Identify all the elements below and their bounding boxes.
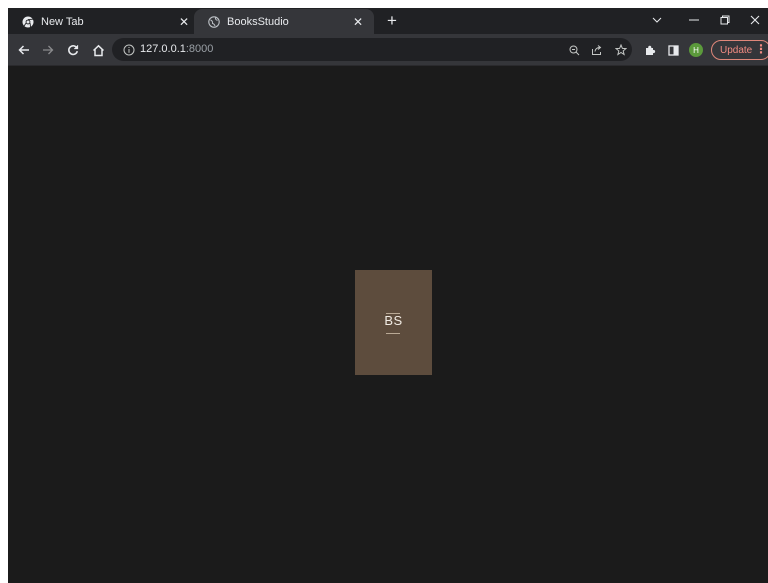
tab-booksstudio[interactable]: BooksStudio ✕ <box>194 9 374 34</box>
globe-icon <box>208 15 220 28</box>
zoom-icon[interactable] <box>566 42 582 58</box>
arrow-left-icon <box>18 45 29 55</box>
browser-window: New Tab ✕ BooksStudio ✕ + 127.0.0.1:8000… <box>8 8 768 583</box>
tab-search-icon[interactable] <box>642 8 672 32</box>
url-text: 127.0.0.1:8000 <box>140 43 213 55</box>
new-tab-button[interactable]: + <box>382 11 402 31</box>
menu-dots-icon[interactable]: ⋮ <box>755 42 767 56</box>
side-panel-icon[interactable] <box>664 41 682 59</box>
logo-text: BS <box>384 313 403 328</box>
logo-bottom-rule <box>386 333 400 334</box>
update-button[interactable]: Update ⋮ <box>711 40 768 60</box>
reload-icon <box>68 45 79 56</box>
close-window-button[interactable] <box>740 8 768 32</box>
url-port: :8000 <box>185 43 214 55</box>
home-icon <box>92 44 104 56</box>
close-icon[interactable]: ✕ <box>350 14 366 30</box>
share-icon[interactable] <box>589 42 605 58</box>
address-bar[interactable]: 127.0.0.1:8000 <box>112 38 632 61</box>
reload-button[interactable] <box>63 40 83 60</box>
arrow-right-icon <box>43 45 54 55</box>
chrome-icon <box>22 16 34 28</box>
close-icon[interactable]: ✕ <box>176 14 192 30</box>
tab-new-tab[interactable]: New Tab ✕ <box>8 9 200 34</box>
bookmark-star-icon[interactable] <box>613 42 629 58</box>
tab-label: New Tab <box>41 15 84 28</box>
profile-avatar[interactable]: H <box>689 43 703 57</box>
url-host: 127.0.0.1 <box>140 43 186 55</box>
update-label: Update <box>720 44 753 56</box>
extensions-icon[interactable] <box>641 41 659 59</box>
forward-button[interactable] <box>38 40 58 60</box>
browser-toolbar: 127.0.0.1:8000 H Update ⋮ <box>8 34 768 66</box>
back-button[interactable] <box>14 40 34 60</box>
tab-strip: New Tab ✕ BooksStudio ✕ + <box>8 8 768 34</box>
restore-button[interactable] <box>710 8 740 32</box>
tab-label: BooksStudio <box>227 15 289 28</box>
home-button[interactable] <box>88 40 108 60</box>
info-icon[interactable] <box>122 43 135 56</box>
page-content: BS <box>8 66 768 583</box>
book-logo: BS <box>355 270 432 375</box>
minimize-button[interactable] <box>679 8 709 32</box>
